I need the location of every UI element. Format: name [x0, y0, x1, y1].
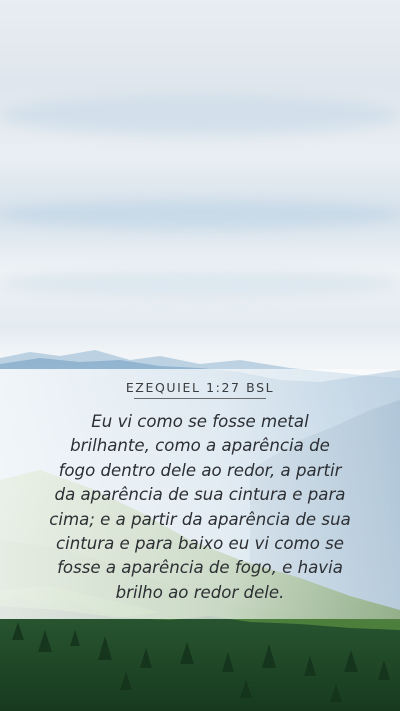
verse-text: Eu vi como se fosse metal brilhante, com… [30, 410, 370, 605]
wallpaper: EZEQUIEL 1:27 BSL Eu vi como se fosse me… [0, 0, 400, 711]
verse-line: fosse a aparência de fogo, e havia [57, 558, 343, 578]
verse-line: cima; e a partir da aparência de sua [49, 509, 351, 529]
verse-line: da aparência de sua cintura e para [54, 485, 346, 505]
reference-underline [134, 398, 266, 399]
verse-line: brilhante, como a aparência de [70, 436, 330, 456]
verse-line: cintura e para baixo eu vi como se [56, 534, 344, 554]
verse-line: Eu vi como se fosse metal [91, 412, 309, 431]
verse-reference: EZEQUIEL 1:27 BSL [125, 380, 275, 395]
verse-line: brilho ao redor dele. [115, 582, 285, 602]
verse-line: fogo dentro dele ao redor, a partir [58, 460, 342, 480]
